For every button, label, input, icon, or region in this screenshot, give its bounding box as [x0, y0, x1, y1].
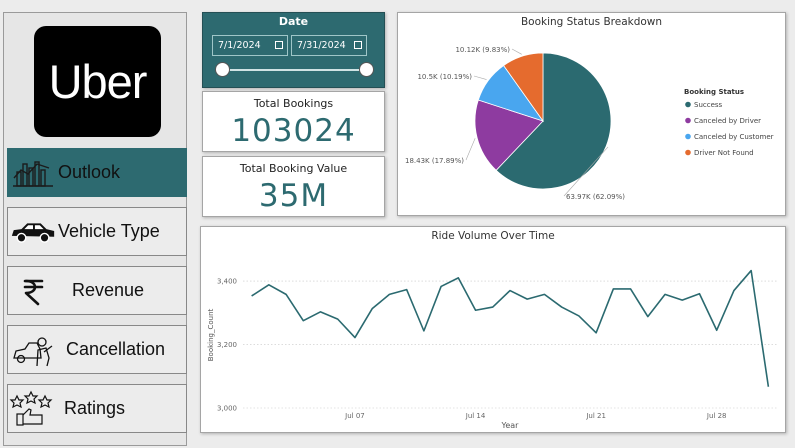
y-axis-label: Booking_Count — [207, 308, 215, 361]
x-tick-label: Jul 07 — [344, 412, 365, 420]
date-filter-title: Date — [278, 15, 309, 28]
x-tick-label: Jul 28 — [706, 412, 727, 420]
nav-label: Cancellation — [66, 339, 166, 359]
y-tick-label: 3,200 — [217, 341, 237, 349]
legend-item: Canceled by Driver — [694, 117, 761, 125]
pie-leader-line — [511, 48, 522, 55]
nav-item-vehicle-type[interactable]: Vehicle Type — [7, 207, 187, 256]
bar-chart-icon — [8, 153, 58, 193]
x-axis-label: Year — [501, 421, 520, 430]
nav-label: Ratings — [64, 398, 126, 418]
pie-data-label: 10.12K (9.83%) — [455, 46, 510, 54]
y-tick-label: 3,000 — [217, 405, 237, 413]
date-range-slicer: Date 7/1/2024 7/31/2024 — [202, 12, 385, 88]
chart-title: Ride Volume Over Time — [431, 230, 555, 242]
legend-title: Booking Status — [684, 88, 744, 96]
pie-data-label: 63.97K (62.09%) — [566, 193, 625, 201]
car-icon — [8, 212, 58, 252]
logo-text: Uber — [48, 55, 148, 108]
date-slider-track[interactable] — [222, 69, 369, 71]
line-chart: 3,000 3,200 3,400 Jul 07 Jul 14 Jul 21 Jul 28 Y… — [207, 269, 777, 430]
ride-volume-card: Ride Volume Over Time 3,000 3,200 3,400 Jul… — [200, 226, 786, 433]
legend-item: Canceled by Customer — [694, 133, 774, 141]
date-slider-end-handle[interactable] — [359, 62, 374, 77]
date-slider-start-handle[interactable] — [215, 62, 230, 77]
end-date-input[interactable]: 7/31/2024 — [291, 35, 367, 56]
end-date-value: 7/31/2024 — [297, 40, 346, 51]
calendar-icon[interactable] — [275, 41, 283, 49]
nav-label: Revenue — [72, 280, 145, 300]
nav-label: Outlook — [58, 162, 121, 182]
legend-marker — [685, 117, 691, 124]
kpi-value: 103024 — [231, 113, 356, 149]
y-tick-label: 3,400 — [217, 278, 237, 286]
legend-item: Success — [694, 101, 723, 109]
sidebar: Uber Outlook Vehicle Type Revenue Cancel… — [3, 12, 187, 446]
x-tick-label: Jul 14 — [465, 412, 486, 420]
pie-data-label: 18.43K (17.89%) — [405, 157, 464, 165]
legend-marker — [685, 149, 691, 156]
kpi-title: Total Booking Value — [239, 162, 348, 175]
nav-item-outlook[interactable]: Outlook — [7, 148, 187, 197]
series-line — [251, 269, 770, 387]
kpi-value: 35M — [258, 178, 329, 214]
legend-marker — [685, 133, 691, 140]
calendar-icon[interactable] — [354, 41, 362, 49]
legend-item: Driver Not Found — [694, 149, 754, 157]
kpi-title: Total Bookings — [253, 97, 334, 110]
pie-leader-line — [473, 75, 487, 80]
chart-title: Booking Status Breakdown — [520, 16, 663, 28]
nav-item-cancellation[interactable]: Cancellation — [7, 325, 187, 374]
pie-leader-line — [465, 138, 476, 161]
uber-logo: Uber — [34, 26, 161, 137]
total-bookings-card: Total Bookings 103024 — [202, 91, 385, 152]
pie-chart: 63.97K (62.09%) 18.43K (17.89%) 10.5K (10.… — [405, 46, 774, 201]
legend-marker — [685, 101, 691, 108]
booking-status-card: Booking Status Breakdown 63.97K (62.09%)… — [397, 12, 786, 216]
x-tick-label: Jul 21 — [585, 412, 606, 420]
mechanic-icon — [8, 330, 58, 370]
rupee-icon — [8, 271, 58, 311]
nav-item-revenue[interactable]: Revenue — [7, 266, 187, 315]
start-date-input[interactable]: 7/1/2024 — [212, 35, 288, 56]
stars-thumbs-up-icon — [8, 389, 58, 429]
nav-label: Vehicle Type — [58, 221, 160, 241]
pie-data-label: 10.5K (10.19%) — [417, 73, 472, 81]
nav-item-ratings[interactable]: Ratings — [7, 384, 187, 433]
total-booking-value-card: Total Booking Value 35M — [202, 156, 385, 217]
start-date-value: 7/1/2024 — [218, 40, 261, 51]
